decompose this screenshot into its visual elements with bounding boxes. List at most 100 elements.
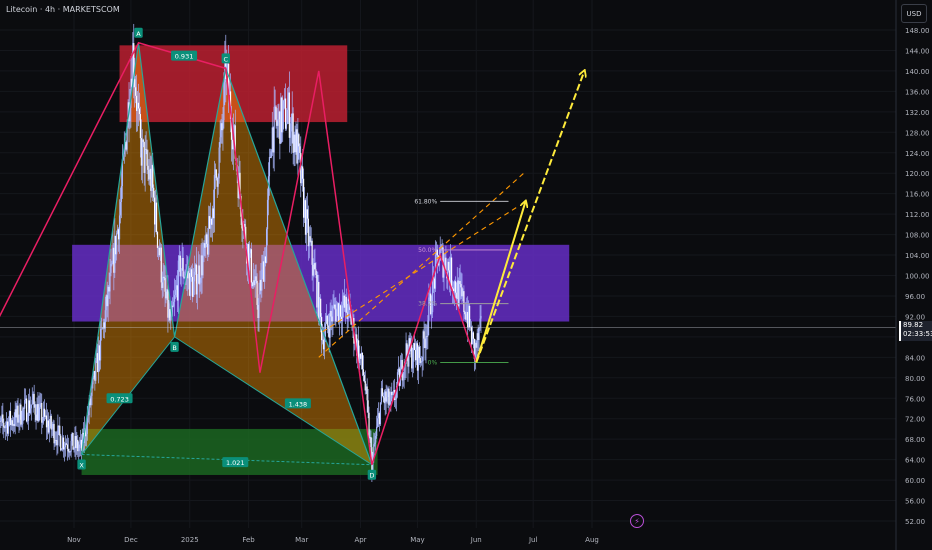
- candle-body: [29, 408, 31, 413]
- candle-body: [402, 377, 404, 381]
- candle-body: [206, 234, 208, 244]
- candle-body: [65, 443, 68, 445]
- candle-body: [431, 312, 433, 315]
- candle-body: [463, 291, 465, 313]
- candle: [77, 435, 79, 458]
- candle-body: [20, 404, 22, 425]
- candle-body: [367, 400, 369, 413]
- candle-body: [57, 425, 59, 446]
- candle-body: [3, 422, 5, 428]
- candle-body: [48, 426, 50, 433]
- x-tick-label: Jun: [470, 536, 482, 544]
- candle-body: [370, 437, 372, 448]
- y-tick-label: 124.00: [905, 150, 930, 158]
- candle-body: [302, 166, 304, 179]
- fib-level-label: 61.80%: [414, 198, 437, 205]
- candle-body: [60, 435, 62, 451]
- candle-body: [362, 369, 364, 376]
- candle: [388, 385, 390, 413]
- candle-body: [2, 414, 4, 423]
- candle-body: [73, 447, 75, 450]
- candle-body: [339, 305, 342, 317]
- candle: [57, 414, 59, 454]
- candle-body: [265, 229, 268, 263]
- candle-body: [7, 421, 10, 434]
- candle-body: [139, 114, 142, 139]
- y-tick-label: 56.00: [905, 498, 925, 506]
- candle-body: [63, 447, 66, 450]
- x-tick-label: Apr: [354, 536, 366, 544]
- lightning-icon[interactable]: ⚡: [630, 514, 644, 528]
- candle-body: [213, 174, 216, 219]
- candle-body: [67, 448, 69, 452]
- candle-body: [458, 280, 460, 307]
- candle: [381, 379, 383, 397]
- pattern-ratio-text: 0.931: [175, 53, 194, 61]
- candle: [50, 413, 52, 438]
- pattern-point-c-text: C: [224, 55, 229, 63]
- fib-level-label: 50.0%: [418, 247, 437, 254]
- candle-body: [173, 301, 175, 307]
- candle-body: [160, 247, 162, 283]
- candle: [24, 388, 26, 421]
- candle-body: [163, 276, 165, 279]
- candle-body: [135, 87, 137, 96]
- candle-body: [248, 253, 251, 271]
- pattern-ratio-text: 0.723: [110, 395, 129, 403]
- y-tick-label: 140.00: [905, 68, 930, 76]
- candle-body: [389, 401, 391, 405]
- candle-body: [85, 433, 87, 437]
- candle-body: [311, 240, 313, 265]
- symbol-title[interactable]: Litecoin · 4h · MARKETSCOM: [6, 5, 120, 14]
- candle-body: [0, 417, 2, 422]
- candle-body: [146, 149, 148, 166]
- candle-body: [145, 148, 147, 150]
- candle: [17, 398, 19, 428]
- currency-badge[interactable]: USD: [901, 4, 927, 23]
- candle-body: [90, 395, 92, 406]
- candle: [9, 402, 12, 437]
- candle-body: [118, 215, 121, 240]
- pattern-ratio: 1.021: [222, 457, 249, 468]
- candle-body: [479, 318, 481, 328]
- candle: [41, 393, 43, 435]
- candle-body: [420, 361, 422, 364]
- candle-body: [192, 281, 195, 297]
- candle-body: [155, 202, 158, 233]
- candle-body: [480, 315, 482, 319]
- candle-body: [460, 284, 462, 288]
- fib-level-label: 38.2%: [418, 301, 437, 308]
- candle-body: [395, 398, 397, 401]
- pattern-point-a: A: [134, 27, 143, 38]
- candle-body: [376, 426, 378, 437]
- candle-body: [286, 109, 289, 124]
- candle-body: [250, 249, 253, 283]
- candle-body: [464, 312, 466, 315]
- y-tick-label: 128.00: [905, 129, 930, 137]
- candle: [265, 227, 268, 264]
- y-tick-label: 148.00: [905, 27, 930, 35]
- candle-body: [334, 304, 336, 310]
- candle-body: [289, 131, 291, 138]
- candle-body: [223, 82, 225, 121]
- candle-body: [330, 310, 332, 317]
- y-tick-label: 64.00: [905, 457, 925, 465]
- candle-body: [222, 120, 224, 131]
- candle-body: [270, 151, 272, 158]
- price-chart[interactable]: 61.80% 50.0% 38.2% 0% X A B C D 0.931 0.723 1.438 1…: [0, 0, 932, 550]
- candle-body: [332, 306, 334, 322]
- x-tick-label: Feb: [242, 536, 255, 544]
- x-tick-label: 2025: [181, 536, 199, 544]
- pattern-point-x-text: X: [79, 462, 84, 470]
- candle-body: [425, 336, 427, 349]
- candle-body: [381, 388, 383, 397]
- fib-level-label: 0%: [428, 359, 438, 366]
- candle-body: [314, 263, 316, 270]
- candle-body: [454, 281, 456, 293]
- candle-body: [119, 201, 122, 216]
- pattern-ratio: 0.931: [171, 50, 198, 61]
- candle-body: [459, 280, 461, 285]
- candle-body: [256, 280, 258, 305]
- candle-body: [191, 269, 193, 277]
- x-tick-label: Aug: [585, 536, 599, 544]
